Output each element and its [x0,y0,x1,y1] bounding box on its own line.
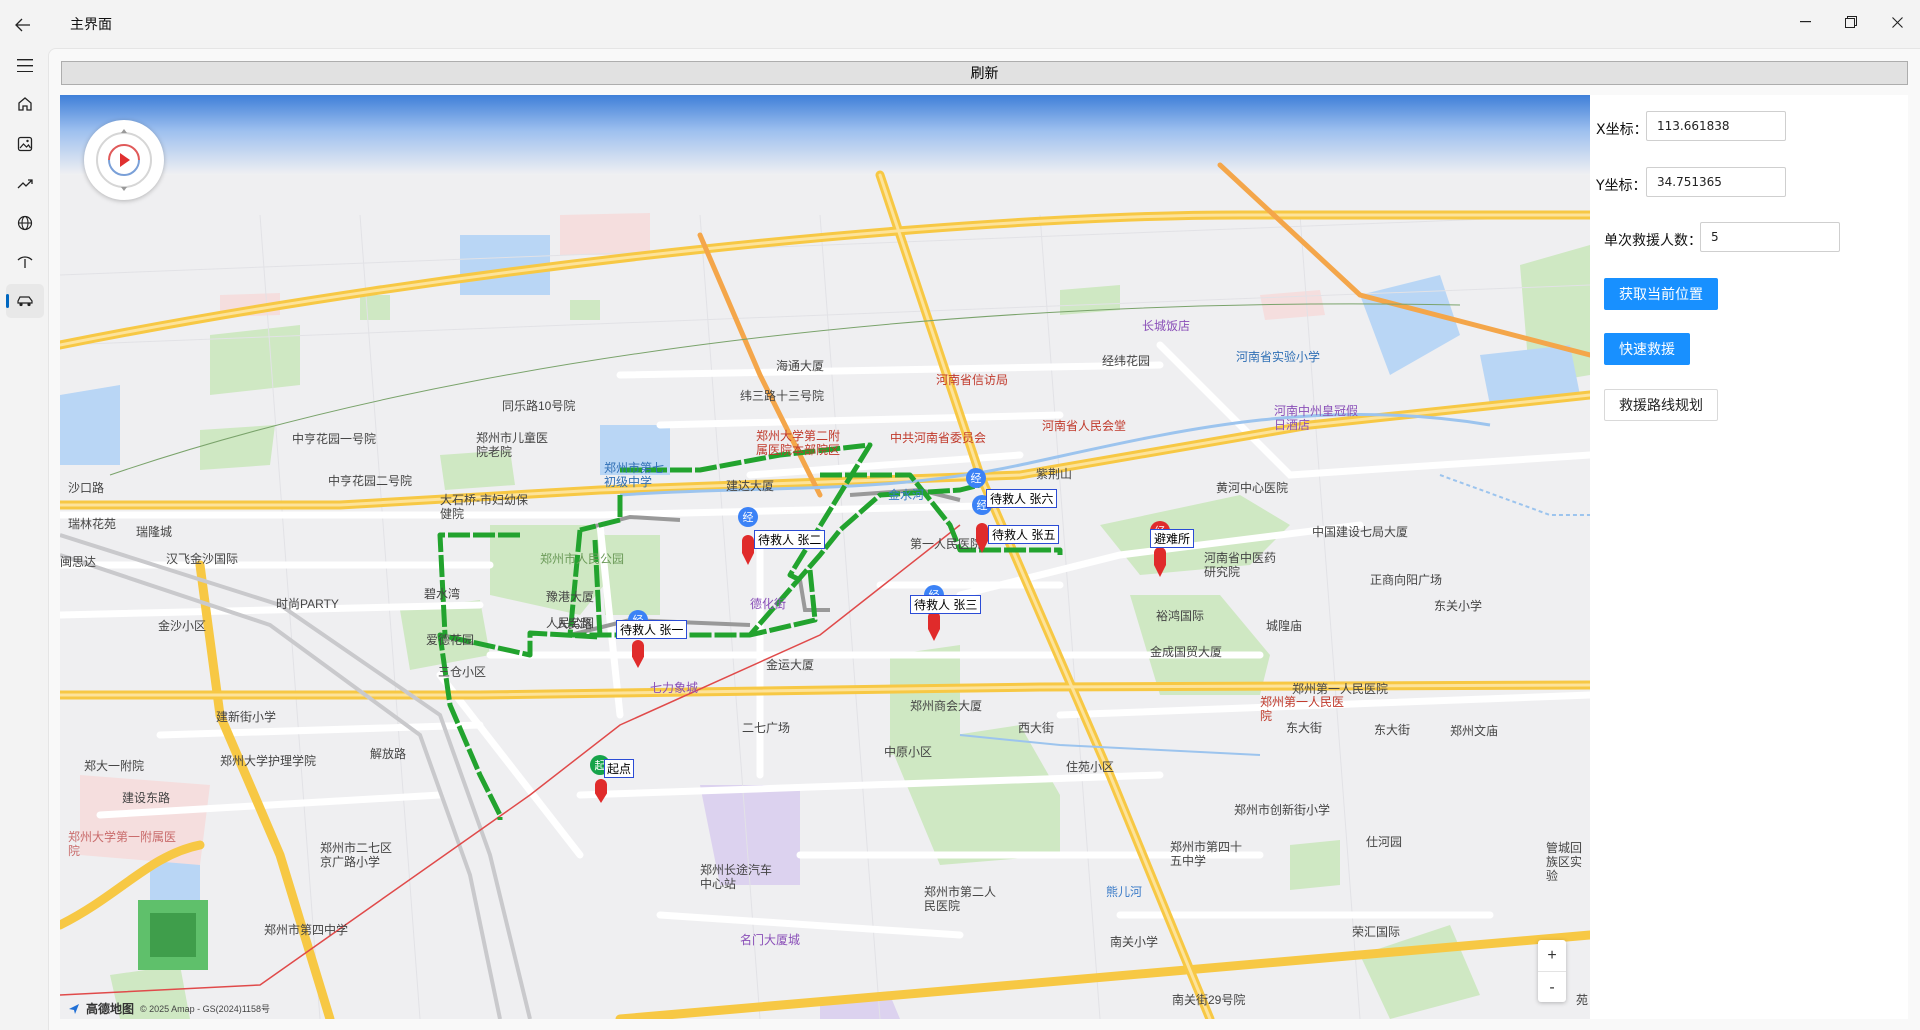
menu-icon[interactable] [6,48,44,82]
waypoint-badge: 经 [738,507,758,527]
antenna-icon[interactable] [6,245,44,279]
back-icon[interactable] [10,12,36,38]
home-icon[interactable] [6,87,44,121]
amap-logo-text: 高德地图 [86,1002,135,1016]
waypoint-label: 待救人 张五 [988,525,1060,544]
waypoint-label: 待救人 张一 [616,620,688,639]
route-markers: 起 起点 经 待救人 张一 经 待救人 张二 经 待救人 张三 经 待救人 张五 [60,95,1590,1019]
title-bar: 主界面 [0,0,1920,48]
start-pin-icon [595,779,607,803]
zoom-control: + - [1538,940,1566,1002]
rescue-count-label: 单次救援人数： [1604,233,1702,249]
trend-icon[interactable] [6,166,44,200]
maximize-button[interactable] [1828,6,1874,38]
control-panel: X坐标： 113.661838 Y坐标： 34.751365 单次救援人数： 5… [1590,95,1908,1019]
globe-icon[interactable] [6,206,44,240]
start-label: 起点 [604,759,635,778]
route-plan-button[interactable]: 救援路线规划 [1604,389,1718,421]
close-button[interactable] [1874,6,1920,38]
compass-control[interactable] [84,120,164,200]
refresh-button[interactable]: 刷新 [61,61,1908,85]
map-copyright: © 2025 Amap - GS(2024)1158号 [140,1004,271,1014]
shelter-label: 避难所 [1150,529,1195,548]
image-icon[interactable] [6,127,44,161]
map-view[interactable]: 长城饭店 河南省实验小学 海通大厦 河南省信访局 经纬花园 纬三路十三号院 河南… [60,95,1590,1019]
x-coord-label: X坐标： [1596,122,1648,138]
x-coord-input[interactable]: 113.661838 [1646,111,1786,141]
navigation-rail [0,48,48,1030]
waypoint-badge: 经 [966,468,986,488]
compass-icon [96,129,152,191]
amap-logo-icon [69,1003,79,1014]
y-coord-input[interactable]: 34.751365 [1646,167,1786,197]
get-location-button[interactable]: 获取当前位置 [1604,278,1718,310]
shelter-pin-icon [1154,547,1166,577]
y-coord-label: Y坐标： [1596,178,1647,194]
map-attribution: 高德地图 © 2025 Amap - GS(2024)1158号 [68,1000,270,1017]
waypoint-label: 待救人 张三 [910,595,982,614]
waypoint-pin-icon [976,523,988,553]
zoom-out-button[interactable]: - [1538,972,1566,1003]
waypoint-pin-icon [928,611,940,641]
zoom-in-button[interactable]: + [1538,940,1566,972]
waypoint-label: 待救人 张六 [986,489,1058,508]
waypoint-pin-icon [742,535,754,565]
waypoint-label: 待救人 张二 [754,530,826,549]
waypoint-pin-icon [632,640,644,668]
rescue-count-input[interactable]: 5 [1700,222,1840,252]
window-title: 主界面 [70,16,112,32]
quick-rescue-button[interactable]: 快速救援 [1604,333,1690,365]
minimize-button[interactable] [1782,6,1828,38]
car-icon[interactable] [6,284,44,318]
